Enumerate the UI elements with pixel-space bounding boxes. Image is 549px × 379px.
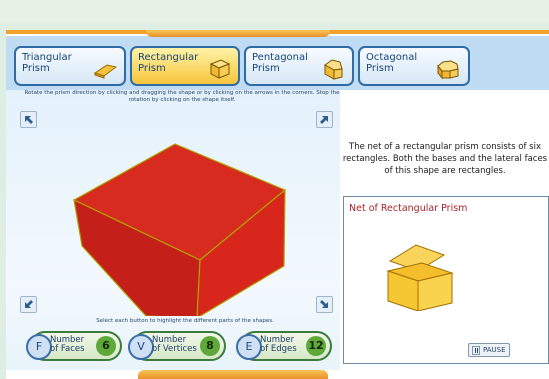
pause-button[interactable]: PAUSE — [468, 343, 510, 357]
tab-label: Rectangular Prism — [138, 52, 199, 74]
faces-counter-button[interactable]: F Number of Faces 6 — [26, 331, 122, 361]
arrow-down-left-icon — [25, 300, 33, 308]
counter-label: Number of Edges — [260, 335, 297, 354]
counter-value: 8 — [200, 336, 220, 356]
pause-label: PAUSE — [483, 346, 506, 354]
shape-description: The net of a rectangular prism consists … — [342, 142, 548, 176]
arrow-up-right-icon — [320, 116, 328, 124]
tab-rectangular-prism[interactable]: Rectangular Prism — [130, 46, 240, 86]
prism-net-animation — [386, 244, 454, 311]
net-panel: Net of Rectangular Prism — [343, 196, 549, 364]
tab-label: Triangular Prism — [22, 52, 72, 74]
rotate-up-right-button[interactable] — [316, 111, 333, 128]
tab-label: Octagonal Prism — [366, 52, 418, 74]
tab-octagonal-prism[interactable]: Octagonal Prism — [358, 46, 470, 86]
counter-label: Number of Faces — [50, 335, 85, 354]
rotate-up-left-button[interactable] — [20, 111, 37, 128]
rotate-down-left-button[interactable] — [20, 296, 37, 313]
vertices-letter-badge: V — [128, 334, 154, 360]
arrow-up-left-icon — [25, 116, 33, 124]
tab-triangular-prism[interactable]: Triangular Prism — [14, 46, 126, 86]
edges-letter-badge: E — [236, 334, 262, 360]
rectangular-prism-3d-shape[interactable] — [60, 136, 290, 316]
tab-pentagonal-prism[interactable]: Pentagonal Prism — [244, 46, 354, 86]
counter-value: 6 — [96, 336, 116, 356]
vertices-counter-button[interactable]: V Number of Vertices 8 — [128, 331, 226, 361]
pause-icon — [472, 345, 480, 355]
triangular-prism-icon — [93, 64, 118, 79]
rotation-instructions: Rotate the prism direction by clicking a… — [24, 90, 340, 103]
net-title: Net of Rectangular Prism — [349, 203, 468, 214]
tab-label: Pentagonal Prism — [252, 52, 308, 74]
pentagonal-prism-icon — [324, 59, 343, 80]
panel-bottom-handle — [138, 370, 328, 379]
faces-letter-badge: F — [26, 334, 52, 360]
rectangular-prism-icon — [209, 59, 231, 79]
panel-top-handle — [146, 30, 330, 37]
top-strip — [0, 0, 549, 22]
arrow-down-right-icon — [320, 300, 328, 308]
rotate-down-right-button[interactable] — [316, 296, 333, 313]
counter-value: 12 — [306, 336, 326, 356]
octagonal-prism-icon — [437, 60, 459, 80]
counter-label: Number of Vertices — [152, 335, 197, 354]
select-parts-note: Select each button to highlight the diff… — [96, 318, 274, 324]
edges-counter-button[interactable]: E Number of Edges 12 — [236, 331, 332, 361]
